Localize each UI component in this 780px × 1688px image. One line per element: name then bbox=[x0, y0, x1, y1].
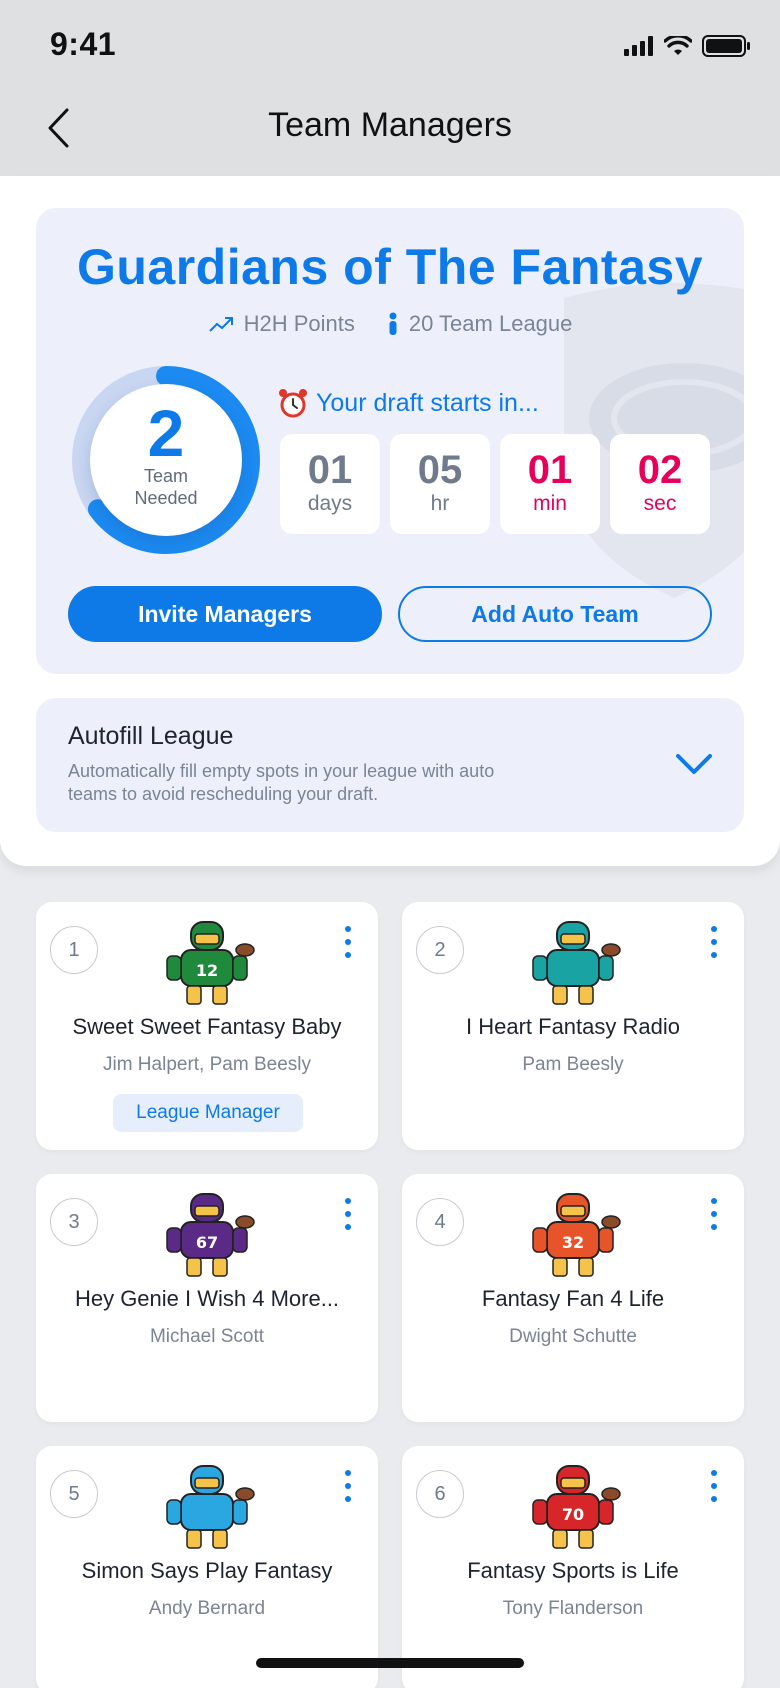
wifi-icon bbox=[664, 36, 692, 55]
player-avatar-icon: 67 bbox=[166, 1193, 255, 1277]
countdown-unit: hr bbox=[430, 492, 450, 515]
teams-needed-count: 2 bbox=[147, 396, 185, 470]
teams-needed-label-1: Team bbox=[143, 466, 188, 486]
league-card: Guardians of The Fantasy H2H Points 20 T… bbox=[36, 208, 744, 674]
teams-needed-label-2: Needed bbox=[134, 488, 198, 508]
alarm-clock-icon bbox=[279, 389, 307, 418]
player-avatar-icon bbox=[532, 921, 621, 1005]
team-owners: Andy Bernard bbox=[148, 1598, 266, 1619]
team-owners: Jim Halpert, Pam Beesly bbox=[102, 1054, 311, 1075]
countdown-value: 01 bbox=[307, 448, 353, 492]
team-card[interactable]: 3 67 Hey Genie I Wish 4 More... Michael … bbox=[36, 1174, 378, 1422]
team-owners: Dwight Schutte bbox=[509, 1326, 637, 1347]
team-card[interactable]: 6 70 Fantasy Sports is Life Tony Flander… bbox=[402, 1446, 744, 1688]
team-card[interactable]: 2 I Heart Fantasy Radio Pam Beesly bbox=[402, 902, 744, 1150]
draft-starts-text: Your draft starts in... bbox=[316, 388, 539, 417]
countdown-minutes: 01 min bbox=[500, 434, 600, 534]
trending-up-icon bbox=[208, 317, 233, 332]
countdown-days: 01 days bbox=[280, 434, 380, 534]
countdown-value: 01 bbox=[527, 448, 573, 492]
team-number: 2 bbox=[416, 926, 464, 974]
team-owners: Tony Flanderson bbox=[502, 1598, 644, 1619]
scoring-type: H2H Points bbox=[243, 311, 355, 336]
home-indicator bbox=[256, 1658, 524, 1668]
status-time: 9:41 bbox=[50, 26, 117, 62]
team-name: Fantasy Sports is Life bbox=[467, 1558, 679, 1583]
teams-needed-ring: 2 Team Needed bbox=[66, 360, 266, 560]
svg-text:32: 32 bbox=[562, 1233, 584, 1252]
countdown-unit: min bbox=[533, 492, 567, 515]
player-avatar-icon bbox=[166, 1465, 255, 1549]
team-name: Simon Says Play Fantasy bbox=[81, 1558, 333, 1583]
team-number: 5 bbox=[50, 1470, 98, 1518]
page-title: Team Managers bbox=[268, 106, 512, 144]
autofill-title: Autofill League bbox=[68, 722, 234, 750]
more-options-icon[interactable] bbox=[706, 1198, 722, 1230]
draft-starts-line: Your draft starts in... bbox=[278, 388, 539, 418]
countdown-hours: 05 hr bbox=[390, 434, 490, 534]
countdown-seconds: 02 sec bbox=[610, 434, 710, 534]
person-icon bbox=[389, 312, 397, 335]
more-options-icon[interactable] bbox=[340, 1470, 356, 1502]
top-bar: 9:41 Team Managers bbox=[0, 0, 780, 176]
team-number: 4 bbox=[416, 1198, 464, 1246]
svg-text:12: 12 bbox=[196, 961, 218, 980]
more-options-icon[interactable] bbox=[706, 1470, 722, 1502]
countdown-value: 02 bbox=[637, 448, 683, 492]
league-name: Guardians of The Fantasy bbox=[76, 239, 703, 295]
player-avatar-icon: 12 bbox=[166, 921, 255, 1005]
teams-needed-circle: 2 Team Needed bbox=[90, 384, 242, 536]
more-options-icon[interactable] bbox=[340, 1198, 356, 1230]
chevron-down-icon[interactable] bbox=[674, 748, 714, 780]
league-manager-badge: League Manager bbox=[113, 1094, 303, 1132]
autofill-description: Automatically fill empty spots in your l… bbox=[68, 761, 495, 804]
more-options-icon[interactable] bbox=[340, 926, 356, 958]
team-card[interactable]: 1 12 Sweet Sweet Fantasy Baby Jim Halper… bbox=[36, 902, 378, 1150]
more-options-icon[interactable] bbox=[706, 926, 722, 958]
draft-countdown: 01 days 05 hr 01 min 02 sec bbox=[280, 434, 710, 534]
league-meta: H2H Points 20 Team League bbox=[36, 311, 744, 337]
svg-text:67: 67 bbox=[196, 1233, 218, 1252]
countdown-unit: sec bbox=[643, 492, 677, 515]
team-number: 3 bbox=[50, 1198, 98, 1246]
team-name: Sweet Sweet Fantasy Baby bbox=[72, 1014, 342, 1039]
team-name: Fantasy Fan 4 Life bbox=[481, 1286, 665, 1311]
team-owners: Pam Beesly bbox=[522, 1054, 624, 1075]
team-card[interactable]: 4 32 Fantasy Fan 4 Life Dwight Schutte bbox=[402, 1174, 744, 1422]
invite-managers-button[interactable]: Invite Managers bbox=[68, 586, 382, 642]
svg-text:70: 70 bbox=[562, 1505, 584, 1524]
player-avatar-icon: 70 bbox=[532, 1465, 621, 1549]
league-size: 20 Team League bbox=[408, 311, 573, 336]
team-owners: Michael Scott bbox=[149, 1326, 265, 1347]
team-name: I Heart Fantasy Radio bbox=[466, 1014, 680, 1039]
countdown-value: 05 bbox=[417, 448, 463, 492]
team-card[interactable]: 5 Simon Says Play Fantasy Andy Bernard bbox=[36, 1446, 378, 1688]
team-name: Hey Genie I Wish 4 More... bbox=[74, 1286, 340, 1311]
autofill-league-panel[interactable]: Autofill League Automatically fill empty… bbox=[36, 698, 744, 832]
team-number: 6 bbox=[416, 1470, 464, 1518]
status-icons bbox=[624, 34, 750, 58]
team-number: 1 bbox=[50, 926, 98, 974]
player-avatar-icon: 32 bbox=[532, 1193, 621, 1277]
battery-icon bbox=[702, 35, 750, 57]
countdown-unit: days bbox=[307, 492, 353, 515]
signal-icon bbox=[624, 36, 653, 56]
add-auto-team-button[interactable]: Add Auto Team bbox=[398, 586, 712, 642]
